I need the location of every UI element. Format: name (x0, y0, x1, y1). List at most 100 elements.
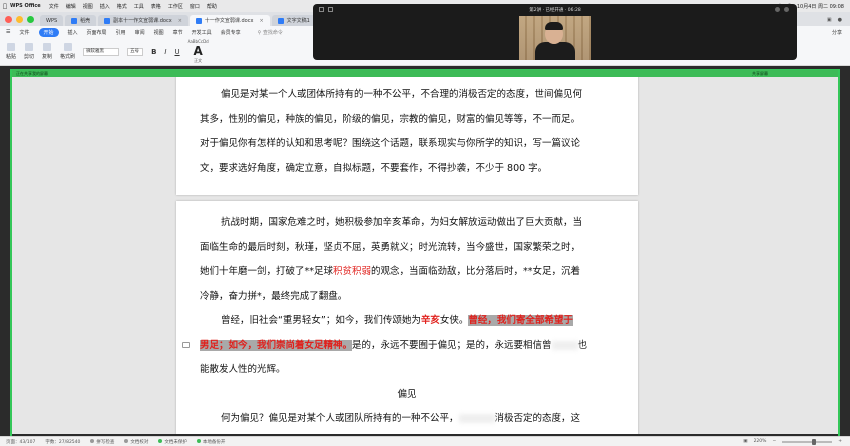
copy-label: 复制 (42, 54, 53, 60)
minimize-window-icon[interactable] (16, 16, 23, 23)
share-button[interactable]: 分享 (832, 29, 842, 36)
command-search[interactable]: ⚲ 查找命令 (258, 29, 283, 36)
paste-button[interactable]: 粘贴 (6, 43, 16, 60)
paragraph-line[interactable]: 其多，性别的偏见，种族的偏见，阶级的偏见，宗教的偏见，财富的偏见等等，不一而足。 (200, 108, 614, 133)
menu-table[interactable]: 表格 (151, 3, 161, 10)
ribbon-tab-layout[interactable]: 页面布局 (87, 29, 107, 36)
format-painter-button[interactable]: 格式刷 (60, 43, 75, 60)
font-size-select[interactable]: 五号 (127, 47, 144, 56)
italic-button[interactable]: I (164, 48, 166, 56)
close-window-icon[interactable] (5, 16, 12, 23)
zoom-out-icon[interactable]: − (772, 439, 776, 444)
menu-workspace[interactable]: 工作区 (168, 3, 183, 10)
apple-icon[interactable]:  (0, 3, 10, 10)
ribbon-tab-section[interactable]: 章节 (173, 29, 183, 36)
ribbon-tab-developer[interactable]: 开发工具 (192, 29, 212, 36)
paragraph-handle-icon[interactable] (182, 342, 190, 348)
menu-help[interactable]: 帮助 (207, 3, 217, 10)
proofread-label: 文档校对 (130, 439, 149, 445)
menu-window[interactable]: 窗口 (190, 3, 200, 10)
backup-status[interactable]: 本地备份开 (196, 439, 225, 445)
cut-button[interactable]: 剪切 (24, 43, 34, 60)
tab-doc-copy[interactable]: 副本十一作文宣弱课.docx × (98, 15, 188, 26)
tab-doc-new[interactable]: 文字文稿1 (271, 15, 316, 26)
presenter-body (535, 42, 575, 60)
proofread-icon (124, 439, 129, 443)
ribbon-tab-references[interactable]: 引用 (116, 29, 126, 36)
menu-tools[interactable]: 工具 (134, 3, 144, 10)
style-normal[interactable]: AaBbCcDd A 正文 (188, 39, 209, 64)
section-heading[interactable]: 偏见 (200, 383, 614, 408)
font-family-select[interactable]: 微软雅黑 (83, 47, 120, 56)
menu-file[interactable]: 文件 (49, 3, 59, 10)
zoom-slider[interactable] (782, 438, 833, 445)
clock[interactable]: 10月4日 周二 09:08 (797, 3, 844, 10)
video-mic-icon[interactable] (775, 7, 780, 12)
ribbon-tab-file[interactable]: 文件 (19, 29, 29, 36)
zoom-in-icon[interactable]: + (838, 439, 842, 444)
screen-share-label[interactable]: 共享屏幕 (752, 70, 768, 77)
menu-edit[interactable]: 编辑 (66, 3, 76, 10)
paragraph-line[interactable]: 能散发人性的光辉。 (200, 358, 614, 383)
menu-format[interactable]: 格式 (117, 3, 127, 10)
bold-icon: B (151, 47, 157, 56)
word-doc-icon (104, 17, 111, 24)
search-icon: ⚲ (257, 29, 262, 36)
brush-icon (63, 43, 72, 51)
paragraph-line[interactable]: 男足；如今，我们崇尚着女足精神。是的，永远不要囿于偏见；是的，永远要相信曾 也 (200, 334, 614, 359)
document-page-1[interactable]: 偏见是对某一个人或团体所持有的一种不公平，不合理的消极否定的态度，世间偏见何 其… (176, 77, 638, 195)
proofread-toggle[interactable]: 文档校对 (124, 439, 148, 445)
red-text-run: 辛亥 (420, 315, 440, 326)
close-tab-icon[interactable]: × (259, 18, 263, 24)
zoom-window-icon[interactable] (27, 16, 34, 23)
menu-view[interactable]: 视图 (83, 3, 93, 10)
paragraph-line[interactable]: 冷静，奋力拼*，最终完成了翻盘。 (200, 285, 614, 310)
tab-wps-home[interactable]: WPS (40, 15, 64, 26)
spell-check-toggle[interactable]: 拼写检查 (90, 439, 114, 445)
text-run: 曾经，旧社会“重男轻女”；如今，我们传颂她为 (221, 315, 421, 326)
menu-insert[interactable]: 插入 (100, 3, 110, 10)
paragraph-line[interactable]: 文，要求选好角度，确定立意，自拟标题，不要套作，不得抄袭，不少于 800 字。 (200, 157, 614, 182)
layout-icon[interactable]: ▣ (827, 17, 832, 23)
paragraph-line[interactable]: 曾经，旧社会“重男轻女”；如今，我们传颂她为辛亥女侠。曾经，我们寄全部希望于 (200, 309, 614, 334)
underline-button[interactable]: U (174, 48, 179, 56)
copy-button[interactable]: 复制 (42, 43, 52, 60)
ribbon-tab-view[interactable]: 视图 (154, 29, 164, 36)
tab-label: 十一作文宣弱课.docx (204, 18, 254, 24)
view-mode-icon[interactable]: ▣ (743, 439, 747, 444)
ribbon-tab-member[interactable]: 会员专享 (221, 29, 241, 36)
protect-status[interactable]: 文档未保护 (158, 439, 187, 445)
paragraph-line[interactable]: 对于偏见你有怎样的认知和思考呢？围绕这个话题，联系现实与你所学的知识，写一篇议论 (200, 132, 614, 157)
status-right: ▣ 220% − + (743, 438, 850, 445)
ribbon-tab-home[interactable]: 开始 (38, 27, 59, 37)
text-run: 何为偏见？偏见是对某个人或团队所持有的一种不公平， (221, 413, 459, 424)
zoom-level[interactable]: 220% (754, 439, 767, 444)
status-bar: 页面：43/107 字数：27/82540 拼写检查 文档校对 文档未保护 本地… (0, 436, 850, 446)
paragraph-line[interactable]: 面临生命的最后时刻，秋瑾，坚贞不屈，英勇就义；时光流转，当今盛世，国家繁荣之时， (200, 236, 614, 261)
paragraph-line[interactable]: 抗战时期，国家危难之时，她积极参加辛亥革命，为妇女解放运动做出了巨大贡献，当 (200, 211, 614, 236)
tab-doc-main[interactable]: 十一作文宣弱课.docx × (189, 15, 270, 26)
tab-label: WPS (46, 17, 58, 24)
spell-check-label: 拼写检查 (96, 439, 115, 445)
paragraph-line[interactable]: 她们十年磨一剑，打破了**足球积贫积弱的观念，当面临劲敌，比分落后时，**女足，… (200, 260, 614, 285)
webcam-feed (519, 16, 591, 60)
close-tab-icon[interactable]: × (178, 18, 182, 24)
document-canvas[interactable]: 偏见是对某一个人或团体所持有的一种不公平，不合理的消极否定的态度，世间偏见何 其… (12, 77, 838, 434)
paragraph-line[interactable]: 偏见是对某一个人或团体所持有的一种不公平，不合理的消极否定的态度，世间偏见何 (200, 83, 614, 108)
tab-docer[interactable]: 稻壳 (65, 15, 97, 26)
paragraph-line[interactable]: 何为偏见？偏见是对某个人或团队所持有的一种不公平， 消极否定的态度，这 (200, 407, 614, 432)
word-count[interactable]: 字数：27/82540 (45, 439, 80, 445)
page-counter[interactable]: 页面：43/107 (6, 439, 35, 445)
paste-icon (7, 43, 15, 51)
screen-share-bar: 正在共享我的屏幕 共享屏幕 (12, 70, 838, 77)
video-call-window[interactable]: 第2讲 · 已经开通 · 06:28 (313, 4, 797, 60)
text-run: 她们十年磨一剑，打破了**足球 (200, 266, 334, 277)
ribbon-tab-insert[interactable]: 插入 (68, 29, 78, 36)
video-camera-icon[interactable] (784, 7, 789, 12)
bold-button[interactable]: B (151, 48, 156, 56)
ribbon-menu-icon[interactable]: ☰ (6, 29, 10, 35)
document-page-2[interactable]: 抗战时期，国家危难之时，她积极参加辛亥革命，为妇女解放运动做出了巨大贡献，当 面… (176, 201, 638, 434)
ribbon-tab-review[interactable]: 审阅 (135, 29, 145, 36)
avatar[interactable]: ● (838, 17, 842, 23)
app-name-menu[interactable]: WPS Office (10, 3, 41, 9)
